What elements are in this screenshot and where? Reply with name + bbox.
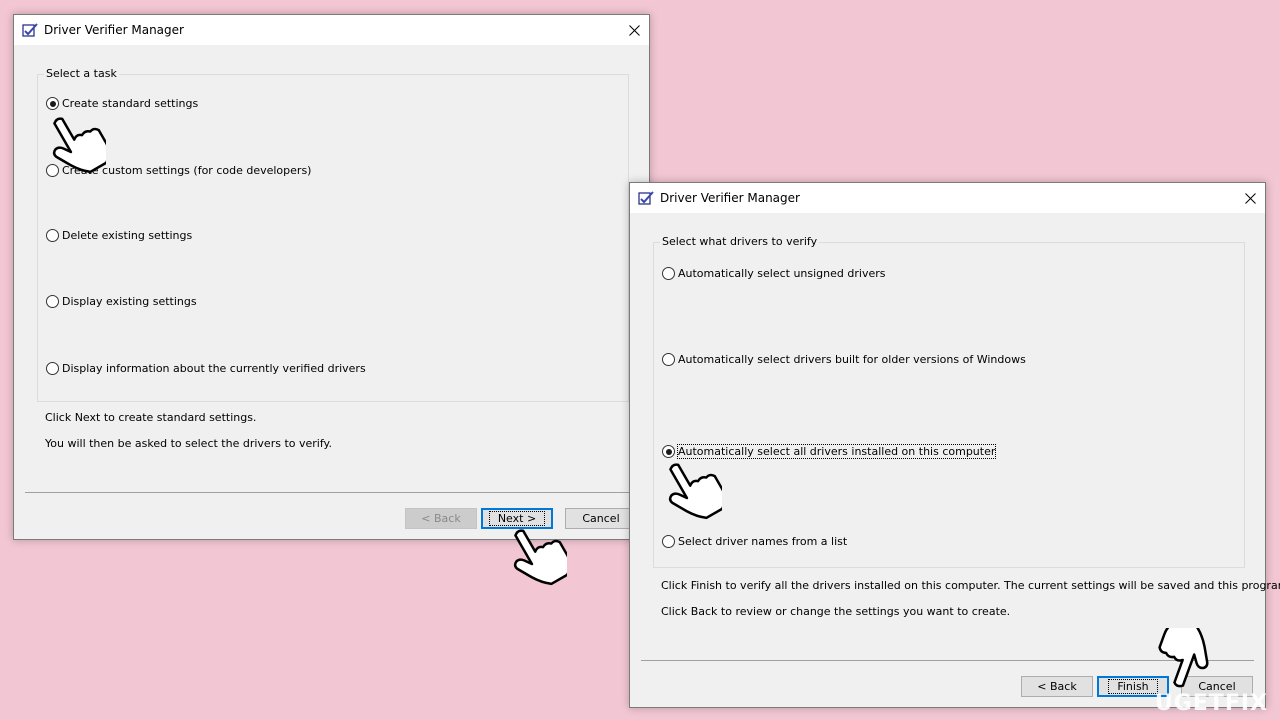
- button-label: < Back: [1037, 680, 1077, 693]
- group-label: Select a task: [44, 67, 119, 80]
- title-bar: Driver Verifier Manager: [14, 15, 649, 45]
- option-display-existing[interactable]: Display existing settings: [46, 295, 197, 308]
- info-text: Click Next to create standard settings.: [45, 411, 257, 424]
- driver-verifier-icon: [638, 191, 654, 205]
- hand-pointer-icon: [52, 117, 106, 174]
- driver-verifier-window-1: Driver Verifier Manager Select a task Cr…: [13, 14, 650, 540]
- option-label: Display information about the currently …: [62, 362, 366, 375]
- close-button[interactable]: [1235, 183, 1265, 213]
- option-label: Create standard settings: [62, 97, 199, 110]
- hand-pointer-icon: [1158, 628, 1209, 688]
- window-title: Driver Verifier Manager: [44, 23, 184, 37]
- option-label: Automatically select unsigned drivers: [678, 267, 886, 280]
- close-icon: [1244, 192, 1256, 204]
- drivers-groupbox: Select what drivers to verify Automatica…: [653, 235, 1245, 568]
- cancel-button[interactable]: Cancel: [565, 508, 637, 529]
- back-button[interactable]: < Back: [405, 508, 477, 529]
- radio-button[interactable]: [46, 295, 59, 308]
- option-unsigned-drivers[interactable]: Automatically select unsigned drivers: [662, 267, 885, 280]
- radio-button[interactable]: [662, 353, 675, 366]
- option-label: Delete existing settings: [62, 229, 193, 242]
- option-create-standard[interactable]: Create standard settings: [46, 97, 198, 110]
- close-icon: [628, 24, 640, 36]
- option-display-information[interactable]: Display information about the currently …: [46, 362, 366, 375]
- window-title: Driver Verifier Manager: [660, 191, 800, 205]
- hand-pointer-icon: [668, 463, 722, 520]
- watermark-logo: UGETFIX: [1154, 691, 1268, 716]
- info-text: You will then be asked to select the dri…: [45, 437, 332, 450]
- option-label: Automatically select all drivers install…: [676, 444, 997, 459]
- driver-verifier-icon: [22, 23, 38, 37]
- button-label: Cancel: [582, 512, 620, 525]
- group-label: Select what drivers to verify: [660, 235, 820, 248]
- option-label: Select driver names from a list: [678, 535, 848, 548]
- title-bar: Driver Verifier Manager: [630, 183, 1265, 213]
- option-label: Automatically select drivers built for o…: [678, 353, 1026, 366]
- radio-button[interactable]: [46, 362, 59, 375]
- radio-button[interactable]: [46, 97, 59, 110]
- info-text: Click Back to review or change the setti…: [661, 605, 1011, 618]
- option-driver-list[interactable]: Select driver names from a list: [662, 535, 847, 548]
- task-groupbox: Select a task Create standard settings C…: [37, 67, 629, 402]
- radio-button[interactable]: [46, 229, 59, 242]
- hand-pointer-icon: [513, 529, 567, 586]
- info-text: Click Finish to verify all the drivers i…: [661, 579, 1280, 592]
- radio-button[interactable]: [662, 535, 675, 548]
- separator: [25, 492, 638, 493]
- button-label: < Back: [421, 512, 461, 525]
- back-button[interactable]: < Back: [1021, 676, 1093, 697]
- option-delete-existing[interactable]: Delete existing settings: [46, 229, 192, 242]
- option-older-windows-drivers[interactable]: Automatically select drivers built for o…: [662, 353, 1026, 366]
- close-button[interactable]: [619, 15, 649, 45]
- option-label: Display existing settings: [62, 295, 197, 308]
- radio-button[interactable]: [662, 267, 675, 280]
